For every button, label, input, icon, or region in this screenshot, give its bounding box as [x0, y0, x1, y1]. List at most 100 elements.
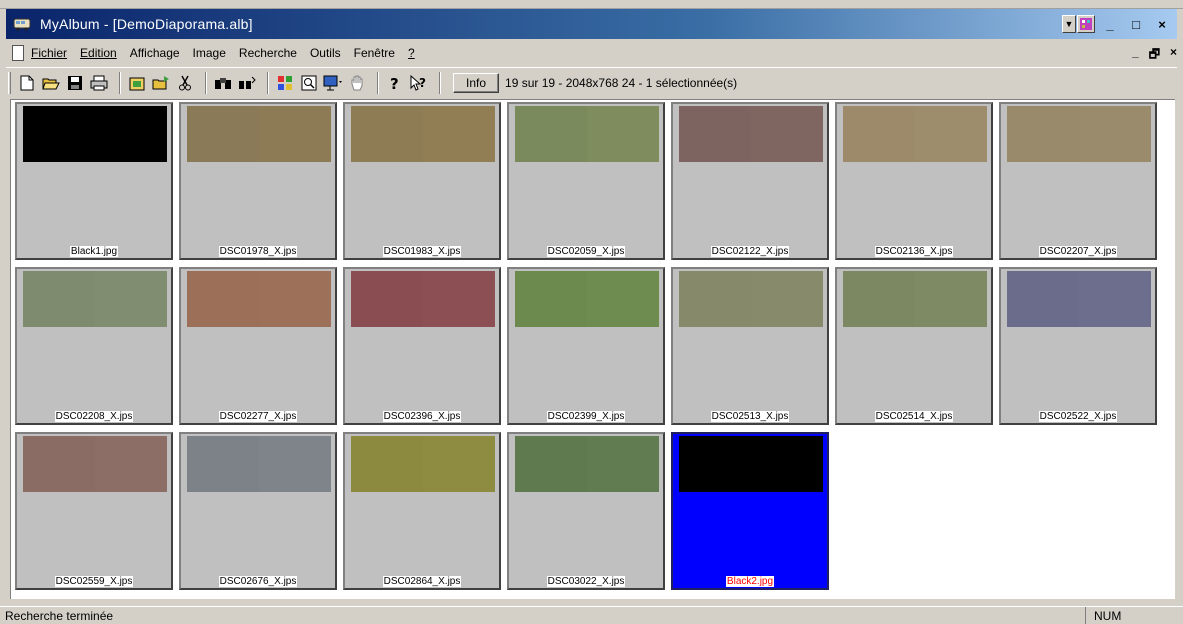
toolbar: ? ? Info 19 sur 19 - 2048x768 24 - 1 sél… — [6, 67, 1177, 97]
thumbnail-label: DSC02559_X.jps — [17, 576, 171, 587]
thumbnail-label: Black2.jpg — [673, 576, 827, 587]
left-view — [187, 106, 259, 162]
toolbar-grip[interactable] — [8, 71, 11, 94]
help-icon[interactable]: ? — [385, 73, 405, 93]
right-view — [1079, 106, 1151, 162]
find-icon[interactable] — [213, 73, 233, 93]
thumbnail-item[interactable]: DSC02864_X.jps — [343, 432, 501, 590]
thumbnail-image — [843, 271, 987, 327]
thumbnail-label: DSC02136_X.jps — [837, 246, 991, 257]
find-similar-icon[interactable] — [237, 73, 257, 93]
close-button[interactable]: × — [1151, 15, 1173, 33]
thumbnail-image — [1007, 271, 1151, 327]
thumbnail-image — [23, 436, 167, 492]
thumbnail-label: DSC02059_X.jps — [509, 246, 663, 257]
import-icon[interactable] — [127, 73, 147, 93]
open-icon[interactable] — [41, 73, 61, 93]
file-name: DSC02676_X.jps — [218, 576, 298, 587]
hand-icon[interactable] — [347, 73, 367, 93]
thumbnail-label: DSC02864_X.jps — [345, 576, 499, 587]
thumbnail-label: DSC02277_X.jps — [181, 411, 335, 422]
svg-text:?: ? — [419, 76, 426, 90]
thumbnail-image — [351, 106, 495, 162]
thumbnail-image — [515, 271, 659, 327]
new-icon[interactable] — [17, 73, 37, 93]
file-name: DSC02513_X.jps — [710, 411, 790, 422]
thumbnail-image — [515, 436, 659, 492]
thumbnail-image — [351, 271, 495, 327]
right-view — [587, 106, 659, 162]
title-bar[interactable]: MyAlbum - [DemoDiaporama.alb] ▼ _ □ × — [6, 9, 1177, 39]
thumbnail-item[interactable]: DSC02676_X.jps — [179, 432, 337, 590]
thumbnail-item[interactable]: Black1.jpg — [15, 102, 173, 260]
menu-fenetre[interactable]: Fenêtre — [353, 44, 396, 62]
left-view — [1007, 106, 1079, 162]
thumbnail-item[interactable]: DSC03022_X.jps — [507, 432, 665, 590]
thumbnail-item[interactable]: DSC02277_X.jps — [179, 267, 337, 425]
background-strip — [0, 0, 1183, 9]
right-view — [259, 106, 331, 162]
minimize-button[interactable]: _ — [1099, 15, 1121, 33]
print-icon[interactable] — [89, 73, 109, 93]
right-view — [259, 436, 331, 492]
thumbnail-label: DSC03022_X.jps — [509, 576, 663, 587]
left-view — [679, 271, 751, 327]
thumbnail-grid: Black1.jpg DSC01978_X.jps DSC01983_X.jps DS… — [15, 102, 1157, 590]
left-view — [843, 106, 915, 162]
info-button[interactable]: Info — [453, 72, 500, 93]
thumbnail-item[interactable]: DSC02522_X.jps — [999, 267, 1157, 425]
slideshow-icon[interactable] — [323, 73, 343, 93]
menu-edition[interactable]: Edition — [79, 44, 118, 62]
menu-recherche[interactable]: Recherche — [238, 44, 298, 62]
thumbnail-item[interactable]: DSC02559_X.jps — [15, 432, 173, 590]
thumbnail-item[interactable]: DSC02513_X.jps — [671, 267, 829, 425]
mdi-close-button[interactable]: × — [1170, 45, 1177, 66]
right-view — [423, 271, 495, 327]
thumbnail-item[interactable]: DSC02399_X.jps — [507, 267, 665, 425]
left-view — [351, 436, 423, 492]
right-view — [423, 106, 495, 162]
menu-affichage[interactable]: Affichage — [129, 44, 181, 62]
right-view — [751, 106, 823, 162]
menu-help[interactable]: ? — [407, 44, 416, 62]
thumbnail-label: DSC01978_X.jps — [181, 246, 335, 257]
thumbnail-item[interactable]: DSC02207_X.jps — [999, 102, 1157, 260]
cut-icon[interactable] — [175, 73, 195, 93]
thumbnail-image — [843, 106, 987, 162]
maximize-button[interactable]: □ — [1125, 15, 1147, 33]
context-help-icon[interactable]: ? — [409, 73, 429, 93]
document-icon[interactable] — [12, 45, 24, 61]
dropdown-icon[interactable]: ▼ — [1062, 15, 1076, 33]
thumbnail-view[interactable]: Black1.jpg DSC01978_X.jps DSC01983_X.jps DS… — [10, 99, 1175, 599]
mdi-minimize-button[interactable]: _ — [1132, 45, 1139, 66]
bus-icon[interactable] — [12, 15, 32, 33]
thumbnail-item[interactable]: DSC02059_X.jps — [507, 102, 665, 260]
left-view — [679, 436, 751, 492]
toolbar-separator — [205, 71, 207, 94]
status-bar: Recherche terminée NUM — [0, 606, 1183, 624]
file-name: DSC02559_X.jps — [54, 576, 134, 587]
thumbnail-item[interactable]: DSC02122_X.jps — [671, 102, 829, 260]
menu-outils[interactable]: Outils — [309, 44, 342, 62]
thumbnail-item[interactable]: DSC01978_X.jps — [179, 102, 337, 260]
menu-fichier[interactable]: Fichier — [30, 44, 68, 62]
selection-info: 19 sur 19 - 2048x768 24 - 1 sélectionnée… — [505, 75, 738, 90]
right-view — [259, 271, 331, 327]
export-icon[interactable] — [151, 73, 171, 93]
menu-image[interactable]: Image — [192, 44, 227, 62]
save-icon[interactable] — [65, 73, 85, 93]
zoom-icon[interactable] — [299, 73, 319, 93]
thumbnail-item[interactable]: DSC02208_X.jps — [15, 267, 173, 425]
right-view — [915, 271, 987, 327]
toolbar-separator — [439, 71, 441, 94]
palette-icon[interactable] — [1077, 15, 1095, 33]
thumbnail-item[interactable]: DSC02136_X.jps — [835, 102, 993, 260]
thumbnail-item[interactable]: Black2.jpg — [671, 432, 829, 590]
thumbnail-item[interactable]: DSC02514_X.jps — [835, 267, 993, 425]
app-window: MyAlbum - [DemoDiaporama.alb] ▼ _ □ × Fi… — [0, 0, 1183, 624]
thumbnail-item[interactable]: DSC02396_X.jps — [343, 267, 501, 425]
thumbnail-item[interactable]: DSC01983_X.jps — [343, 102, 501, 260]
color-grid-icon[interactable] — [275, 73, 295, 93]
thumbnail-label: DSC02513_X.jps — [673, 411, 827, 422]
mdi-restore-button[interactable]: 🗗 — [1149, 45, 1160, 66]
